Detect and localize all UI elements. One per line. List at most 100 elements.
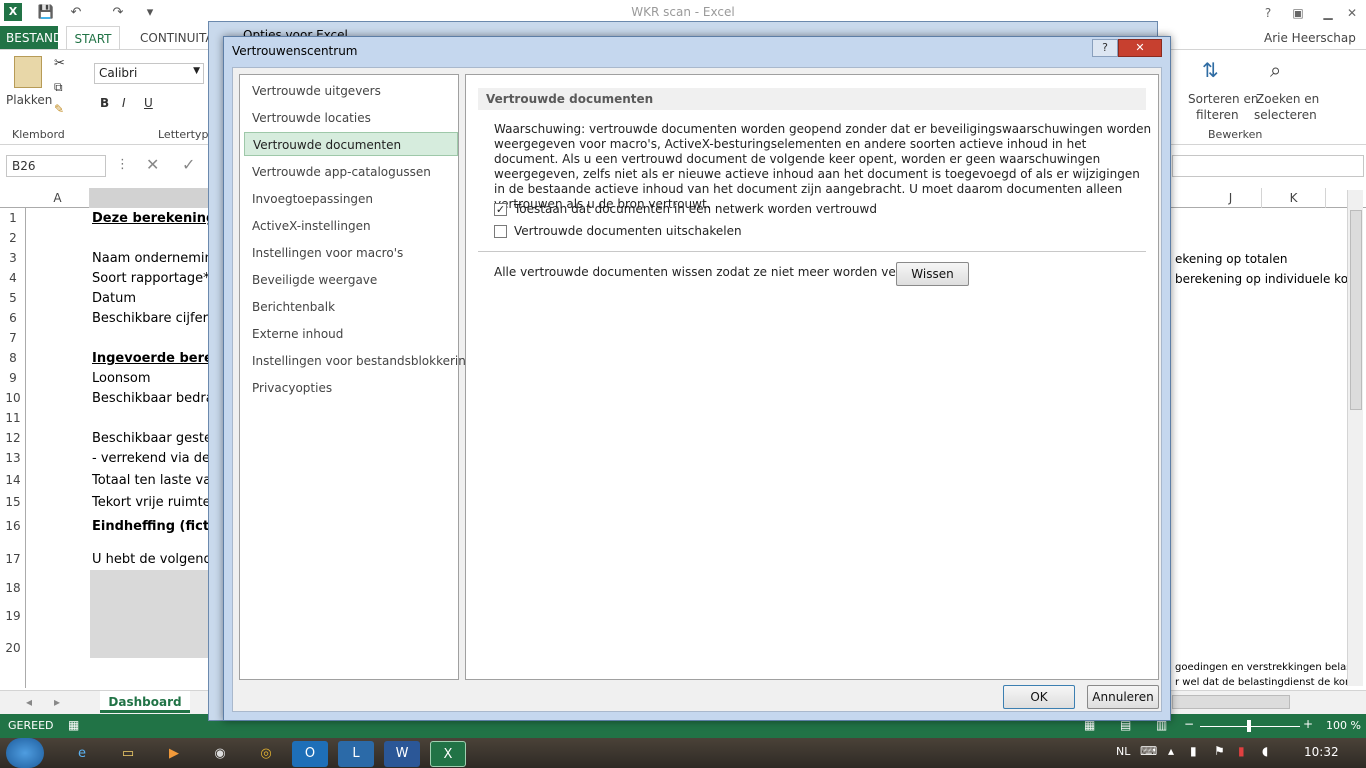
lync-icon[interactable]: L	[338, 741, 374, 767]
cell-b12[interactable]: Beschikbaar gestel	[92, 431, 216, 446]
hp-icon[interactable]: ◉	[202, 741, 238, 767]
row-header[interactable]: 8	[0, 351, 26, 365]
media-player-icon[interactable]: ▶	[156, 741, 192, 767]
language-indicator[interactable]: NL	[1116, 745, 1130, 758]
scroll-thumb[interactable]	[1350, 210, 1362, 410]
cell-right-3[interactable]: ekening op totalen	[1175, 252, 1287, 266]
ok-button[interactable]: OK	[1003, 685, 1075, 709]
column-header-a[interactable]: A	[26, 188, 90, 208]
start-button-icon[interactable]	[6, 738, 44, 768]
cell-b15[interactable]: Tekort vrije ruimte	[92, 495, 211, 510]
chrome-icon[interactable]: ◎	[248, 741, 284, 767]
next-sheet-icon[interactable]: ▸	[54, 695, 60, 709]
clear-button[interactable]: Wissen	[896, 262, 969, 286]
internet-explorer-icon[interactable]: e	[64, 741, 100, 767]
cancel-formula-icon[interactable]: ✕	[146, 155, 159, 174]
cell-b3[interactable]: Naam ondernemin	[92, 251, 213, 266]
macro-record-icon[interactable]: ▦	[68, 718, 79, 732]
row-header[interactable]: 20	[0, 641, 26, 655]
find-select-label-2[interactable]: selecteren	[1254, 108, 1317, 122]
zoom-slider-thumb[interactable]	[1247, 720, 1251, 732]
nav-trusted-locations[interactable]: Vertrouwde locaties	[244, 106, 458, 130]
tab-continuation[interactable]: CONTINUITA	[134, 26, 220, 50]
paste-icon[interactable]	[14, 56, 42, 88]
font-name-box[interactable]: Calibri ▼	[94, 63, 204, 84]
find-select-icon[interactable]: ⌕	[1270, 58, 1281, 82]
formula-input[interactable]	[1172, 155, 1364, 177]
minimize-icon[interactable]: ▁	[1316, 4, 1340, 22]
nav-activex-settings[interactable]: ActiveX-instellingen	[244, 214, 458, 238]
column-header-j[interactable]: J	[1200, 188, 1262, 208]
row-header[interactable]: 10	[0, 391, 26, 405]
row-header[interactable]: 6	[0, 311, 26, 325]
cell-b9[interactable]: Loonsom	[92, 371, 151, 386]
allow-network-checkbox[interactable]: ✓	[494, 203, 507, 216]
row-header[interactable]: 9	[0, 371, 26, 385]
close-window-icon[interactable]: ✕	[1340, 4, 1364, 22]
sort-filter-label-1[interactable]: Sorteren en	[1188, 92, 1258, 106]
row-header[interactable]: 16	[0, 519, 26, 533]
column-header-b[interactable]	[90, 188, 210, 208]
row-header[interactable]: 14	[0, 473, 26, 487]
italic-button[interactable]: I	[122, 96, 126, 110]
outlook-icon[interactable]: O	[292, 741, 328, 767]
horizontal-scrollbar[interactable]	[1172, 695, 1290, 709]
sheet-tab-dashboard[interactable]: Dashboard	[100, 691, 190, 713]
row-header[interactable]: 17	[0, 552, 26, 566]
enter-formula-icon[interactable]: ✓	[182, 155, 195, 174]
help-icon[interactable]: ?	[1256, 4, 1280, 22]
row-header[interactable]: 7	[0, 331, 26, 345]
row-header[interactable]: 12	[0, 431, 26, 445]
bold-button[interactable]: B	[100, 96, 109, 110]
find-select-label-1[interactable]: Zoeken en	[1256, 92, 1319, 106]
row-header[interactable]: 1	[0, 211, 26, 225]
cut-icon[interactable]: ✂	[54, 56, 65, 71]
format-painter-icon[interactable]: ✎	[54, 102, 64, 116]
nav-protected-view[interactable]: Beveiligde weergave	[244, 268, 458, 292]
cell-b4[interactable]: Soort rapportage*	[92, 271, 210, 286]
nav-external-content[interactable]: Externe inhoud	[244, 322, 458, 346]
prev-sheet-icon[interactable]: ◂	[26, 695, 32, 709]
nav-macro-settings[interactable]: Instellingen voor macro's	[244, 241, 458, 265]
cell-b13[interactable]: - verrekend via de	[92, 451, 210, 466]
row-header[interactable]: 15	[0, 495, 26, 509]
word-icon[interactable]: W	[384, 741, 420, 767]
battery-icon[interactable]: ▮	[1238, 744, 1245, 758]
cell-b17[interactable]: U hebt de volgende	[92, 552, 220, 567]
flag-icon[interactable]: ⚑	[1214, 744, 1225, 758]
cell-b5[interactable]: Datum	[92, 291, 136, 306]
nav-privacy-options[interactable]: Privacyopties	[244, 376, 458, 400]
cell-b14[interactable]: Totaal ten laste var	[92, 473, 217, 488]
disable-trusted-label[interactable]: Vertrouwde documenten uitschakelen	[514, 224, 742, 238]
user-name[interactable]: Arie Heerschap	[1258, 26, 1362, 50]
zoom-level[interactable]: 100 %	[1326, 719, 1361, 732]
cell-right-20a[interactable]: goedingen en verstrekkingen belasti	[1175, 662, 1358, 673]
column-header-k[interactable]: K	[1262, 188, 1326, 208]
tray-arrow-icon[interactable]: ▴	[1168, 744, 1174, 758]
nav-trusted-documents[interactable]: Vertrouwde documenten	[244, 132, 458, 156]
dialog-help-button[interactable]: ?	[1092, 39, 1118, 57]
sort-filter-icon[interactable]: ⇅	[1202, 58, 1219, 82]
row-header[interactable]: 4	[0, 271, 26, 285]
shaded-cell-range[interactable]	[90, 570, 212, 658]
row-header[interactable]: 3	[0, 251, 26, 265]
cancel-button[interactable]: Annuleren	[1087, 685, 1159, 709]
copy-icon[interactable]: ⧉	[54, 80, 63, 95]
nav-add-ins[interactable]: Invoegtoepassingen	[244, 187, 458, 211]
cell-b10[interactable]: Beschikbaar bedrag	[92, 391, 222, 406]
file-explorer-icon[interactable]: ▭	[110, 741, 146, 767]
paste-button[interactable]: Plakken	[6, 93, 52, 107]
name-box[interactable]: B26	[6, 155, 106, 177]
nav-trusted-publishers[interactable]: Vertrouwde uitgevers	[244, 79, 458, 103]
nav-file-block-settings[interactable]: Instellingen voor bestandsblokkering	[244, 349, 473, 373]
disable-trusted-checkbox[interactable]	[494, 225, 507, 238]
cell-right-4[interactable]: berekening op individuele kost	[1175, 272, 1359, 286]
underline-button[interactable]: U	[144, 96, 153, 110]
volume-icon[interactable]: ◖	[1262, 744, 1268, 758]
row-header[interactable]: 2	[0, 231, 26, 245]
excel-taskbar-icon[interactable]: X	[430, 741, 466, 767]
tab-file[interactable]: BESTAND	[0, 26, 62, 50]
ribbon-display-icon[interactable]: ▣	[1286, 4, 1310, 22]
dialog-close-button[interactable]: ✕	[1118, 39, 1162, 57]
nav-trusted-app-catalogs[interactable]: Vertrouwde app-catalogussen	[244, 160, 458, 184]
